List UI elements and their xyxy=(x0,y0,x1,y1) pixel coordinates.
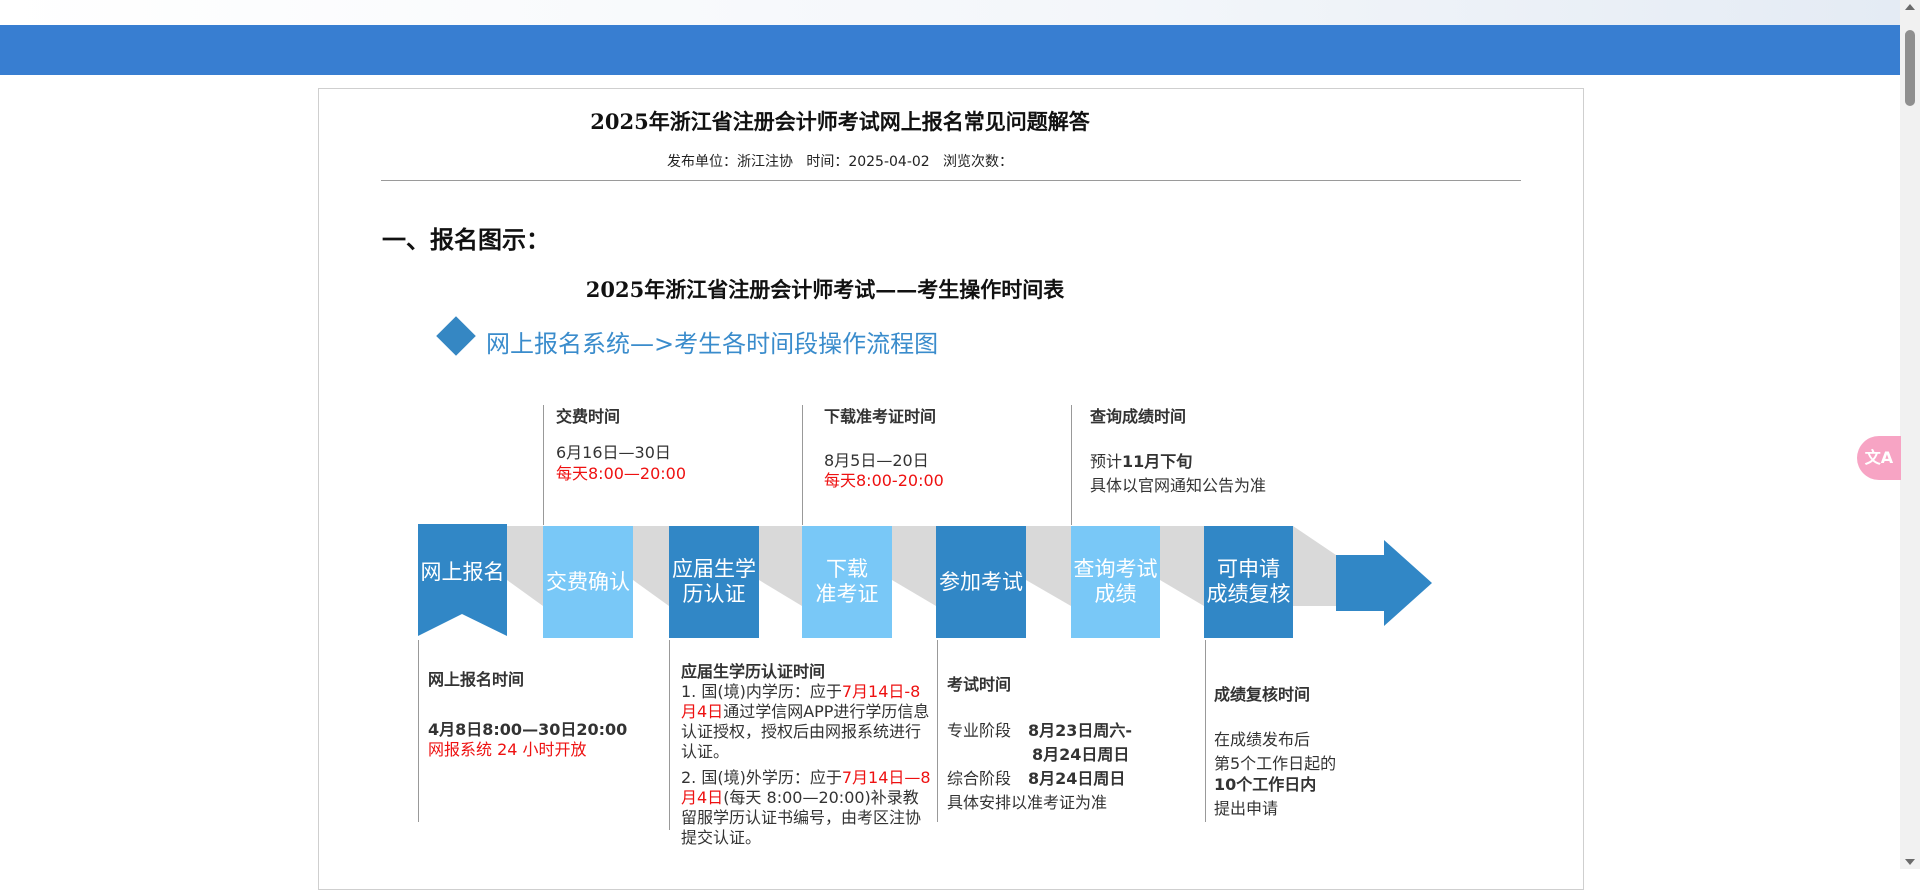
exam-pro-dates-2: 8月24日周日 xyxy=(1032,745,1130,764)
exam-note: 具体安排以准考证为准 xyxy=(947,793,1108,812)
exam-time-title: 考试时间 xyxy=(947,675,1012,694)
connector-shape xyxy=(1026,526,1071,606)
connector-shape xyxy=(1160,526,1204,606)
review-time-title: 成绩复核时间 xyxy=(1214,685,1311,704)
connector-shape xyxy=(759,526,802,606)
connector-shape xyxy=(892,526,936,606)
review-line-1: 在成绩发布后 xyxy=(1214,730,1311,749)
connector-shape xyxy=(1293,526,1336,606)
flow-box-register: 网上报名 xyxy=(420,559,505,584)
connector-shape xyxy=(507,526,543,606)
flow-box-review: 可申请 成绩复核 xyxy=(1204,526,1293,638)
review-line-4: 提出申请 xyxy=(1214,799,1279,818)
review-line-2: 第5个工作日起的 xyxy=(1214,754,1337,773)
flow-box-score: 查询考试 成绩 xyxy=(1071,526,1160,638)
register-system-note: 网报系统 24 小时开放 xyxy=(428,740,587,759)
arrow-right-icon xyxy=(1336,540,1432,626)
register-time-title: 网上报名时间 xyxy=(428,670,525,689)
flow-box-cert: 应届生学 历认证 xyxy=(669,526,759,638)
cert-overseas-text: 2. 国(境)外学历：应于7月14日—8月4日(每天 8:00—20:00)补录… xyxy=(681,768,931,847)
cert-domestic-text: 1. 国(境)内学历：应于7月14日-8月4日通过学信网APP进行学历信息认证授… xyxy=(681,682,930,761)
exam-comp-label: 综合阶段 xyxy=(947,769,1012,788)
flow-box-pay: 交费确认 xyxy=(543,526,633,638)
connector-shape xyxy=(633,526,669,606)
exam-pro-dates-1: 8月23日周六- xyxy=(1028,721,1133,740)
exam-pro-label: 专业阶段 xyxy=(947,721,1012,740)
review-line-3: 10个工作日内 xyxy=(1214,775,1317,794)
exam-comp-dates: 8月24日周日 xyxy=(1028,769,1126,788)
cert-time-title: 应届生学历认证时间 xyxy=(681,662,826,681)
register-time-range: 4月8日8:00—30日20:00 xyxy=(428,720,628,739)
flow-box-exam: 参加考试 xyxy=(936,526,1026,638)
flow-box-download: 下载 准考证 xyxy=(802,526,892,638)
